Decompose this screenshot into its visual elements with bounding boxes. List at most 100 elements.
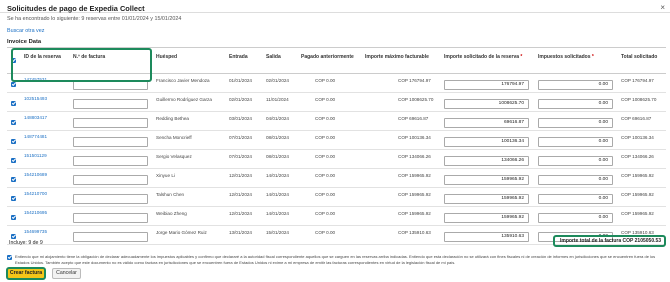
requested-amount-input[interactable]: 159965.92 bbox=[444, 213, 529, 223]
total-requested-value: COP 159965.92 bbox=[621, 211, 654, 216]
table-row: 148774481 Sencha Moncrieff 07/01/2024 08/01… bbox=[7, 131, 666, 150]
invoice-number-input[interactable] bbox=[73, 232, 148, 242]
reservation-id-link[interactable]: 154210689 bbox=[24, 172, 47, 177]
row-checkbox[interactable] bbox=[11, 101, 16, 106]
checkout-date: 14/01/2024 bbox=[266, 211, 289, 216]
consent-block: Entiendo que mi alojamiento tiene la obl… bbox=[7, 254, 657, 265]
total-requested-value: COP 159965.92 bbox=[621, 173, 654, 178]
requested-amount-input[interactable]: 100136.34 bbox=[444, 137, 529, 147]
paid-before-value: COP 0.00 bbox=[315, 192, 336, 197]
requested-amount-input[interactable]: 159965.92 bbox=[444, 194, 529, 204]
col-paid-before: Pagado anteriormente bbox=[301, 54, 354, 60]
taxes-requested-input[interactable]: 0.00 bbox=[538, 194, 613, 204]
col-max-invoiceable: Importe máximo facturable bbox=[365, 54, 429, 60]
taxes-requested-input[interactable]: 0.00 bbox=[538, 99, 613, 109]
col-taxes-requested: Impuestos solicitados bbox=[538, 54, 591, 60]
row-checkbox[interactable] bbox=[11, 139, 16, 144]
checkout-date: 08/01/2024 bbox=[266, 135, 289, 140]
invoice-number-input[interactable] bbox=[73, 137, 148, 147]
row-checkbox[interactable] bbox=[11, 82, 16, 87]
checkin-date: 07/01/2024 bbox=[229, 154, 252, 159]
table-row: 102515493 Guillermo Rodríguez Garza 02/01/… bbox=[7, 93, 666, 112]
taxes-requested-input[interactable]: 0.00 bbox=[538, 80, 613, 90]
col-guest: Huésped bbox=[156, 54, 178, 60]
reservation-id-link[interactable]: 102515493 bbox=[24, 96, 47, 101]
row-checkbox[interactable] bbox=[11, 215, 16, 220]
checkout-date: 14/01/2024 bbox=[266, 173, 289, 178]
max-invoiceable-value: COP 100136.34 bbox=[398, 135, 431, 140]
checkout-date: 11/01/2024 bbox=[266, 97, 289, 102]
max-invoiceable-value: COP 159965.92 bbox=[398, 192, 431, 197]
total-requested-value: COP 176794.97 bbox=[621, 78, 654, 83]
search-again-link[interactable]: Buscar otra vez bbox=[7, 28, 44, 34]
reservation-id-link[interactable]: 154699735 bbox=[24, 229, 47, 234]
invoice-number-input[interactable] bbox=[73, 156, 148, 166]
table-row: 151501129 Sergio Velasquez 07/01/2024 08/01… bbox=[7, 150, 666, 169]
checkout-date: 08/01/2024 bbox=[266, 154, 289, 159]
checkin-date: 01/01/2024 bbox=[229, 78, 252, 83]
guest-name: Sergio Velasquez bbox=[156, 154, 192, 159]
taxes-requested-input[interactable]: 0.00 bbox=[538, 213, 613, 223]
reservation-id-link[interactable]: 148803417 bbox=[24, 115, 47, 120]
col-total-requested: Total solicitado bbox=[621, 54, 658, 60]
invoice-number-input[interactable] bbox=[73, 99, 148, 109]
taxes-requested-input[interactable]: 0.00 bbox=[538, 118, 613, 128]
guest-name: Sencha Moncrieff bbox=[156, 135, 192, 140]
paid-before-value: COP 0.00 bbox=[315, 230, 336, 235]
invoice-number-input[interactable] bbox=[73, 194, 148, 204]
consent-text: Entiendo que mi alojamiento tiene la obl… bbox=[15, 254, 656, 265]
paid-before-value: COP 0.00 bbox=[315, 173, 336, 178]
col-checkout: Salida bbox=[266, 54, 281, 60]
row-checkbox[interactable] bbox=[11, 234, 16, 239]
invoice-number-input[interactable] bbox=[73, 118, 148, 128]
requested-amount-input[interactable]: 134066.26 bbox=[444, 156, 529, 166]
required-mark: * bbox=[520, 54, 523, 60]
required-mark: * bbox=[591, 54, 594, 60]
requested-amount-input[interactable]: 1008625.70 bbox=[444, 99, 529, 109]
section-title: Invoice Data bbox=[7, 39, 42, 45]
create-invoice-button[interactable]: Crear factura bbox=[6, 267, 46, 280]
table-row: 154210695 Weibiao Zheng 12/01/2024 14/01/20… bbox=[7, 207, 666, 226]
col-requested-amount: Importe solicitado de la reserva bbox=[444, 54, 520, 60]
table-row: 148803417 Redding Bethea 03/01/2024 04/01/2… bbox=[7, 112, 666, 131]
requested-amount-input[interactable]: 69616.87 bbox=[444, 118, 529, 128]
consent-checkbox[interactable] bbox=[7, 254, 12, 260]
row-checkbox[interactable] bbox=[11, 196, 16, 201]
checkout-date: 02/01/2024 bbox=[266, 78, 289, 83]
checkin-date: 02/01/2024 bbox=[229, 97, 252, 102]
row-checkbox[interactable] bbox=[11, 177, 16, 182]
guest-name: Francisco Javier Mendoza bbox=[156, 78, 210, 83]
reservation-id-link[interactable]: 148774481 bbox=[24, 134, 47, 139]
max-invoiceable-value: COP 69616.87 bbox=[398, 116, 429, 121]
reservation-id-link[interactable]: 151501129 bbox=[24, 153, 47, 158]
taxes-requested-input[interactable]: 0.00 bbox=[538, 175, 613, 185]
requested-amount-input[interactable]: 135910.63 bbox=[444, 232, 529, 242]
invoice-number-input[interactable] bbox=[73, 213, 148, 223]
checkout-date: 04/01/2024 bbox=[266, 116, 289, 121]
close-icon[interactable]: × bbox=[660, 3, 665, 12]
max-invoiceable-value: COP 159965.92 bbox=[398, 173, 431, 178]
taxes-requested-input[interactable]: 0.00 bbox=[538, 137, 613, 147]
table-row: 154210689 Xinyue Li 12/01/2024 14/01/2024 CO… bbox=[7, 169, 666, 188]
max-invoiceable-value: COP 134066.26 bbox=[398, 154, 431, 159]
checkin-date: 13/01/2024 bbox=[229, 230, 252, 235]
guest-name: Xinyue Li bbox=[156, 173, 175, 178]
guest-name: Guillermo Rodríguez Garza bbox=[156, 97, 212, 102]
requested-amount-input[interactable]: 176794.97 bbox=[444, 80, 529, 90]
requested-amount-input[interactable]: 159965.92 bbox=[444, 175, 529, 185]
reservation-id-link[interactable]: 154210695 bbox=[24, 210, 47, 215]
cancel-button[interactable]: Cancelar bbox=[52, 268, 81, 279]
reservation-id-link[interactable]: 154210700 bbox=[24, 191, 47, 196]
max-invoiceable-value: COP 135910.63 bbox=[398, 230, 431, 235]
row-checkbox[interactable] bbox=[11, 120, 16, 125]
taxes-requested-input[interactable]: 0.00 bbox=[538, 156, 613, 166]
max-invoiceable-value: COP 176794.97 bbox=[398, 78, 431, 83]
guest-name: Talshun Chen bbox=[156, 192, 185, 197]
invoice-number-input[interactable] bbox=[73, 175, 148, 185]
checkin-date: 03/01/2024 bbox=[229, 116, 252, 121]
guest-name: Jorge Mario Gómez Ruiz bbox=[156, 230, 207, 235]
row-checkbox[interactable] bbox=[11, 158, 16, 163]
checkin-date: 12/01/2024 bbox=[229, 173, 252, 178]
max-invoiceable-value: COP 1008625.70 bbox=[398, 97, 434, 102]
dialog-title: Solicitudes de pago de Expedia Collect bbox=[7, 4, 145, 13]
